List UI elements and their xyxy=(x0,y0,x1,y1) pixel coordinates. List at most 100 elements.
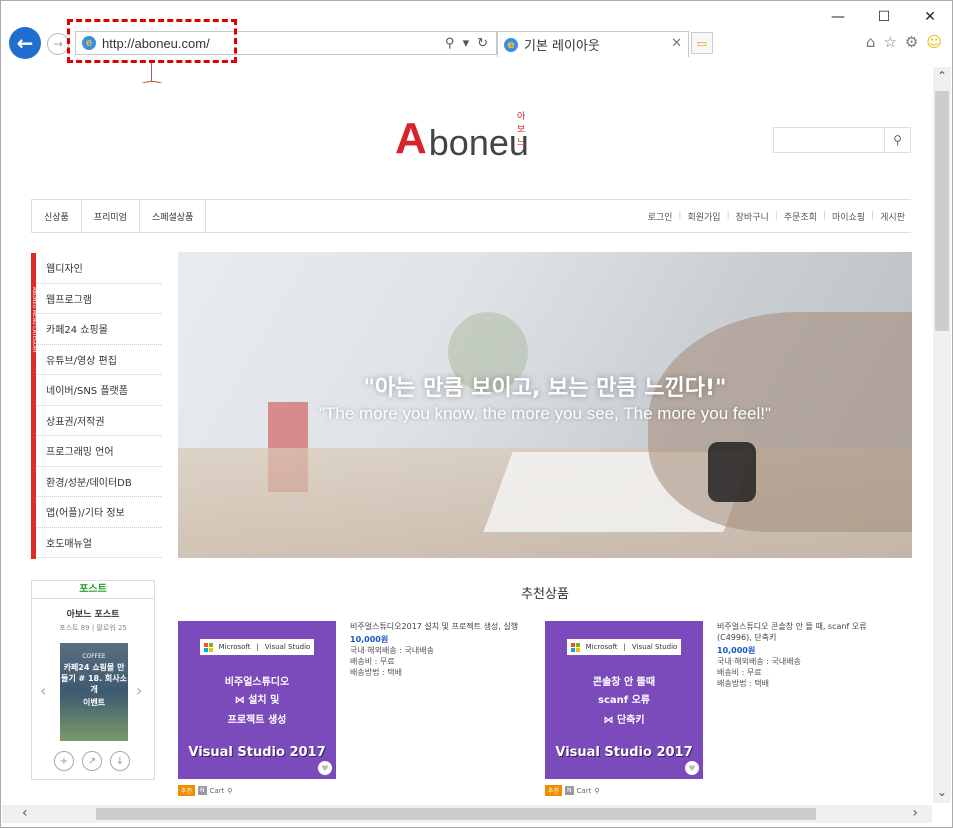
product-thumb-ms: Microsoft xyxy=(585,643,618,651)
post-download-icon[interactable]: ↓ xyxy=(110,751,130,771)
sidebar-item-trademark[interactable]: 상표권/저작권 xyxy=(36,406,161,436)
scroll-right-icon[interactable]: › xyxy=(912,805,918,821)
close-button[interactable]: ✕ xyxy=(920,9,940,25)
post-next-icon[interactable]: › xyxy=(136,681,142,700)
nav-login[interactable]: 로그인 xyxy=(642,210,679,223)
nav-new-products[interactable]: 신상품 xyxy=(31,200,82,232)
sidebar-item-app-info[interactable]: 앱(어플)/기타 정보 xyxy=(36,497,161,528)
sidebar-item-naver-sns[interactable]: 네이버/SNS 플랫폼 xyxy=(36,375,161,406)
recommend-badge: 추천 xyxy=(545,785,563,796)
sidebar-item-youtube[interactable]: 유튜브/영상 편집 xyxy=(36,345,161,375)
product-card[interactable]: Microsoft | Visual Studio 비주얼스튜디오 ⋈ 설치 및… xyxy=(178,621,538,801)
post-actions: + ↗ ↓ xyxy=(54,751,130,771)
window-controls: — ☐ ✕ xyxy=(828,9,940,25)
product-thumb-banner: Visual Studio 2017 xyxy=(555,745,693,760)
wishlist-heart-icon[interactable]: ♥ xyxy=(318,761,332,775)
back-button[interactable]: ← xyxy=(9,27,41,59)
browser-tab[interactable]: e 기본 레이아웃 ✕ xyxy=(497,31,689,57)
new-tab-button[interactable]: ▭ xyxy=(691,32,713,54)
sidebar-item-web-program[interactable]: 웹프로그램 xyxy=(36,284,161,314)
nav-order-lookup[interactable]: 주문조회 xyxy=(778,210,823,223)
sidebar-vertical-label: ABONEU MENU CATEGORY xyxy=(31,287,37,354)
sidebar-item-web-design[interactable]: 웹디자인 xyxy=(36,253,161,284)
nav-special[interactable]: 스페셜상품 xyxy=(140,200,207,232)
scroll-down-icon[interactable]: ⌄ xyxy=(933,785,951,799)
site-search-icon[interactable]: ⚲ xyxy=(884,128,910,152)
callout-highlight-box xyxy=(67,19,237,63)
post-stats: 포스트 89 | 팔로워 25 xyxy=(59,624,127,632)
product-info: 비주얼스튜디오 콘솔창 안 뜰 때, scanf 오류(C4996), 단축키 … xyxy=(717,621,899,689)
product-shipping-region: 국내·해외배송 : 국내배송 xyxy=(350,646,434,655)
horizontal-scroll-thumb[interactable] xyxy=(96,808,816,820)
forward-arrow-icon: → xyxy=(52,37,64,51)
tab-close-icon[interactable]: ✕ xyxy=(671,36,682,51)
post-prev-icon[interactable]: ‹ xyxy=(40,681,46,700)
brand-divider: | xyxy=(623,643,626,651)
product-thumb-line2-text: 설치 및 xyxy=(248,695,280,706)
zoom-icon[interactable]: ⚲ xyxy=(594,787,599,795)
favorites-star-icon[interactable]: ☆ xyxy=(883,33,896,51)
cart-link[interactable]: Cart xyxy=(210,787,225,795)
banner-headline: "아는 만큼 보이고, 보는 만큼 느낀다!" xyxy=(363,376,727,401)
product-badges: 추천 N Cart ⚲ xyxy=(178,785,233,796)
product-price: 10,000원 xyxy=(350,635,389,644)
sidebar-item-manual[interactable]: 호도매뉴얼 xyxy=(36,528,161,558)
nav-my-shopping[interactable]: 마이쇼핑 xyxy=(826,210,871,223)
cart-link[interactable]: Cart xyxy=(577,787,592,795)
product-name[interactable]: 비주얼스튜디오 콘솔창 안 뜰 때, scanf 오류(C4996), 단축키 xyxy=(717,621,899,643)
main-banner[interactable]: "아는 만큼 보이고, 보는 만큼 느낀다!" "The more you kn… xyxy=(178,252,912,558)
product-thumb-vs: Visual Studio xyxy=(631,643,678,651)
vertical-scrollbar[interactable]: ⌃ ⌄ xyxy=(933,67,951,803)
search-icon[interactable]: ⚲ xyxy=(445,35,455,51)
category-sidebar: ABONEU MENU CATEGORY 웹디자인 웹프로그램 카페24 쇼핑몰… xyxy=(31,253,161,559)
forward-button[interactable]: → xyxy=(47,33,69,55)
vertical-scroll-thumb[interactable] xyxy=(935,91,949,331)
home-icon[interactable]: ⌂ xyxy=(866,33,876,51)
maximize-button[interactable]: ☐ xyxy=(874,9,894,25)
site-logo[interactable]: A boneu 아보느 xyxy=(395,112,529,163)
microsoft-logo-icon xyxy=(570,642,580,652)
scroll-left-icon[interactable]: ‹ xyxy=(22,805,28,821)
nav-join[interactable]: 회원가입 xyxy=(681,210,726,223)
site-search-box[interactable]: ⚲ xyxy=(773,127,911,153)
minimize-button[interactable]: — xyxy=(828,9,848,25)
logo-text: boneu xyxy=(428,122,529,163)
product-thumb-line3: 프로젝트 생성 xyxy=(227,715,287,726)
product-name[interactable]: 비주얼스튜디오2017 설치 및 프로젝트 생성, 실행 xyxy=(350,621,532,632)
brand-divider: | xyxy=(256,643,259,651)
post-thumb-title: 카페24 쇼핑몰 만들기 # 18. 회사소개 xyxy=(60,663,128,694)
dropdown-icon[interactable]: ▾ xyxy=(463,35,470,51)
product-thumbnail[interactable]: Microsoft | Visual Studio 비주얼스튜디오 ⋈ 설치 및… xyxy=(178,621,336,779)
sidebar-item-cafe24[interactable]: 카페24 쇼핑몰 xyxy=(36,314,161,345)
banner-subheadline: "The more you know, the more you see, Th… xyxy=(318,404,772,423)
sidebar-item-environment-db[interactable]: 환경/성분/데이터DB xyxy=(36,467,161,497)
post-author-name[interactable]: 아보느 포스트 xyxy=(32,607,154,620)
product-thumb-line3-text: 단축키 xyxy=(616,715,645,726)
product-price: 10,000원 xyxy=(717,646,756,655)
recommend-badge: 추천 xyxy=(178,785,196,796)
nav-cart[interactable]: 장바구니 xyxy=(730,210,775,223)
product-thumbnail[interactable]: Microsoft | Visual Studio 콘솔창 안 뜰때 scanf… xyxy=(545,621,703,779)
product-thumb-line1: 콘솔창 안 뜰때 xyxy=(592,677,656,688)
refresh-icon[interactable]: ↻ xyxy=(477,35,488,51)
product-thumb-line1: 비주얼스튜디오 xyxy=(224,677,290,688)
post-thumbnail[interactable]: COFFEE 카페24 쇼핑몰 만들기 # 18. 회사소개 이벤트 xyxy=(60,643,128,741)
product-thumb-vs: Visual Studio xyxy=(264,643,311,651)
zoom-icon[interactable]: ⚲ xyxy=(227,787,232,795)
new-badge: N xyxy=(198,786,207,795)
recommend-section-title: 추천상품 xyxy=(521,587,569,602)
post-share-icon[interactable]: ↗ xyxy=(82,751,102,771)
nav-board[interactable]: 게시판 xyxy=(874,210,911,223)
feedback-smiley-icon[interactable]: ☺ xyxy=(926,33,942,51)
scroll-up-icon[interactable]: ⌃ xyxy=(933,69,951,83)
horizontal-scrollbar[interactable]: ‹ › xyxy=(2,805,932,823)
post-add-icon[interactable]: + xyxy=(54,751,74,771)
product-badges: 추천 N Cart ⚲ xyxy=(545,785,600,796)
wishlist-heart-icon[interactable]: ♥ xyxy=(685,761,699,775)
nav-premium[interactable]: 프리미엄 xyxy=(82,200,140,232)
sidebar-item-programming[interactable]: 프로그래밍 언어 xyxy=(36,436,161,467)
vs-logo-icon: ⋈ xyxy=(234,695,249,706)
top-navigation: 신상품 프리미엄 스페셜상품 로그인 | 회원가입 | 장바구니 | 주문조회 | 마이… xyxy=(31,199,911,233)
settings-gear-icon[interactable]: ⚙ xyxy=(905,33,918,51)
product-card[interactable]: Microsoft | Visual Studio 콘솔창 안 뜰때 scanf… xyxy=(545,621,905,801)
